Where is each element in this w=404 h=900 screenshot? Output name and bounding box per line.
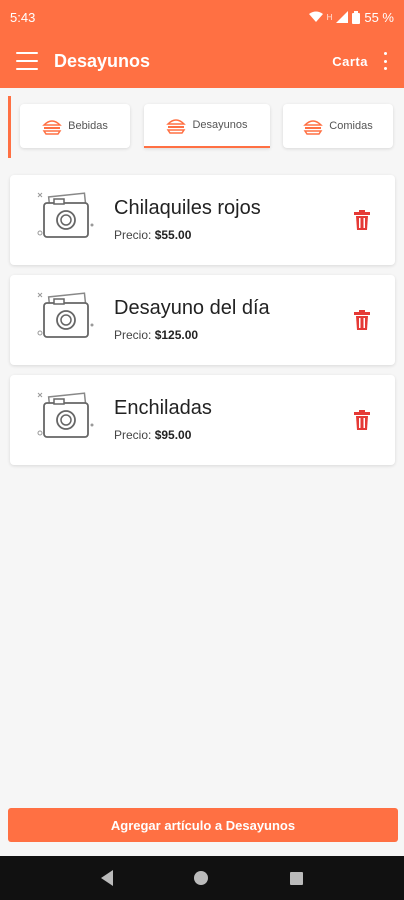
network-type-indicator: H bbox=[326, 12, 333, 22]
tab-label: Desayunos bbox=[192, 119, 248, 131]
item-name: Chilaquiles rojos bbox=[114, 197, 261, 219]
home-icon[interactable] bbox=[194, 871, 209, 885]
tab-label: Bebidas bbox=[68, 120, 108, 132]
carta-button[interactable]: Carta bbox=[332, 54, 368, 69]
back-icon[interactable] bbox=[100, 870, 113, 886]
signal-icon bbox=[336, 11, 349, 23]
status-bar: 5:43 H 55 % bbox=[0, 0, 404, 34]
item-price: Precio: $55.00 bbox=[114, 228, 192, 242]
category-tabs: Bebidas Desayunos Comidas bbox=[0, 94, 404, 158]
delete-icon[interactable] bbox=[353, 410, 371, 430]
item-name: Desayuno del día bbox=[114, 297, 270, 319]
photo-placeholder-icon bbox=[37, 392, 94, 438]
status-time: 5:43 bbox=[10, 9, 36, 25]
hamburger-menu-icon[interactable] bbox=[16, 52, 38, 70]
tab-desayunos[interactable]: Desayunos bbox=[144, 104, 270, 148]
battery-percent: 55 % bbox=[364, 9, 394, 25]
burger-icon bbox=[42, 120, 62, 135]
tab-bebidas[interactable]: Bebidas bbox=[20, 104, 130, 148]
delete-icon[interactable] bbox=[353, 210, 371, 230]
tab-comidas[interactable]: Comidas bbox=[283, 104, 393, 148]
tab-label: Comidas bbox=[329, 120, 373, 132]
list-item[interactable]: Chilaquiles rojos Precio: $55.00 bbox=[10, 175, 395, 265]
system-navigation-bar bbox=[0, 856, 404, 900]
toolbar: Desayunos Carta bbox=[0, 34, 404, 88]
burger-icon bbox=[303, 120, 324, 135]
more-options-icon[interactable] bbox=[382, 52, 388, 70]
recent-apps-icon[interactable] bbox=[290, 871, 304, 885]
item-price: Precio: $95.00 bbox=[114, 428, 192, 442]
page-title: Desayunos bbox=[54, 50, 151, 71]
photo-placeholder-icon bbox=[37, 292, 94, 338]
tab-scroll-indicator bbox=[8, 96, 11, 158]
item-list: Chilaquiles rojos Precio: $55.00 Desayun… bbox=[10, 175, 395, 475]
list-item[interactable]: Enchiladas Precio: $95.00 bbox=[10, 375, 395, 465]
add-item-button[interactable]: Agregar artículo a Desayunos bbox=[8, 808, 398, 842]
status-icons: H 55 % bbox=[308, 9, 394, 25]
delete-icon[interactable] bbox=[353, 310, 371, 330]
battery-icon bbox=[352, 10, 361, 24]
item-name: Enchiladas bbox=[114, 397, 212, 419]
list-item[interactable]: Desayuno del día Precio: $125.00 bbox=[10, 275, 395, 365]
wifi-icon bbox=[308, 11, 323, 22]
item-price: Precio: $125.00 bbox=[114, 328, 199, 342]
burger-icon bbox=[166, 119, 187, 134]
photo-placeholder-icon bbox=[37, 192, 94, 238]
app-bar: 5:43 H 55 % Desayunos Carta bbox=[0, 0, 404, 88]
